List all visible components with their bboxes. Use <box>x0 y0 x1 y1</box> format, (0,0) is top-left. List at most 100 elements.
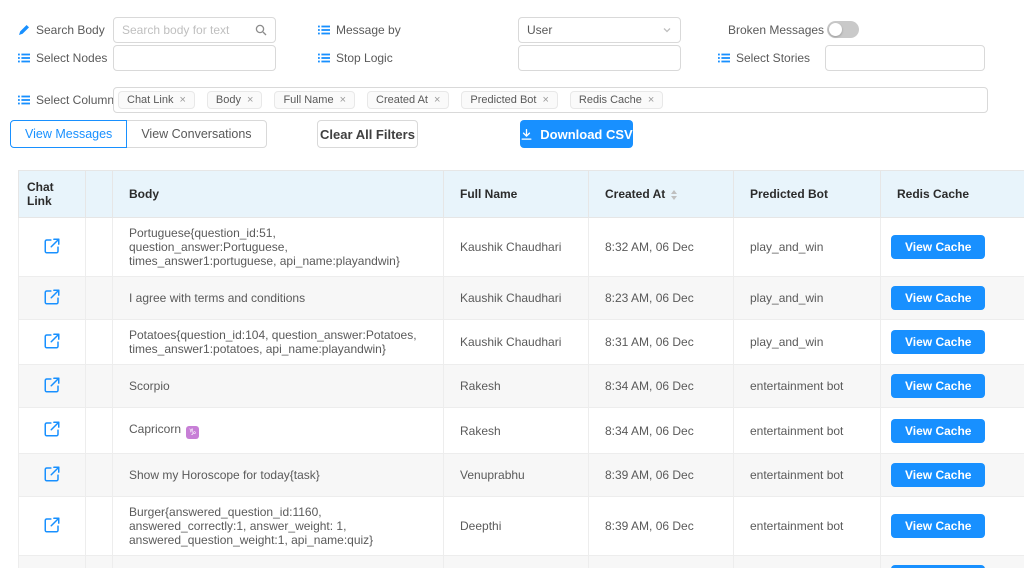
download-csv-button[interactable]: Download CSV <box>520 120 633 148</box>
view-cache-button[interactable]: View Cache <box>891 374 985 398</box>
predicted-bot-cell: play_and_win <box>734 277 881 320</box>
spacer-cell <box>86 556 113 568</box>
body-cell: I agree with terms and conditions <box>113 277 444 320</box>
full-name-cell: Deepthi <box>444 497 589 556</box>
col-header-chat-link: Chat Link <box>19 171 86 218</box>
predicted-bot-cell: play_and_win <box>734 218 881 277</box>
full-name-cell: Kaushik Chaudhari <box>444 218 589 277</box>
search-body-placeholder: Search body for text <box>122 23 255 37</box>
message-by-label: Message by <box>318 17 401 43</box>
table-row: Scorpio Rakesh 8:34 AM, 06 Dec entertain… <box>19 365 1024 408</box>
predicted-bot-cell: entertainment bot <box>734 556 881 568</box>
remove-tag-icon[interactable]: × <box>434 95 440 106</box>
list-icon <box>318 52 330 64</box>
col-header-predicted-bot: Predicted Bot <box>734 171 881 218</box>
column-tag: Redis Cache× <box>570 91 663 109</box>
chat-link-icon[interactable] <box>43 332 61 350</box>
select-stories-input[interactable] <box>825 45 985 71</box>
view-cache-button[interactable]: View Cache <box>891 514 985 538</box>
view-conversations-button[interactable]: View Conversations <box>126 120 266 148</box>
list-icon <box>18 94 30 106</box>
remove-tag-icon[interactable]: × <box>340 95 346 106</box>
body-cell: Burger{answered_question_id:1160, answer… <box>113 497 444 556</box>
remove-tag-icon[interactable]: × <box>247 95 253 106</box>
table-row: Portuguese{question_id:51, question_answ… <box>19 218 1024 277</box>
select-columns-input[interactable]: Chat Link×Body×Full Name×Created At×Pred… <box>113 87 988 113</box>
body-cell: Potatoes{question_id:104, question_answe… <box>113 320 444 365</box>
column-tag: Created At× <box>367 91 449 109</box>
full-name-cell: Rakesh <box>444 365 589 408</box>
spacer-cell <box>86 320 113 365</box>
sort-carets-icon[interactable] <box>671 190 677 200</box>
created-at-cell: 8:39 AM, 06 Dec <box>589 497 734 556</box>
spacer-cell <box>86 454 113 497</box>
predicted-bot-cell: entertainment bot <box>734 497 881 556</box>
search-body-input[interactable]: Search body for text <box>113 17 276 43</box>
messages-table: Chat Link Body Full Name Created At Pred… <box>18 170 1024 568</box>
select-columns-label: Select Columns <box>18 87 120 113</box>
view-cache-button[interactable]: View Cache <box>891 330 985 354</box>
spacer-cell <box>86 277 113 320</box>
created-at-cell: 8:23 AM, 06 Dec <box>589 277 734 320</box>
view-cache-button[interactable]: View Cache <box>891 286 985 310</box>
remove-tag-icon[interactable]: × <box>542 95 548 106</box>
created-at-cell: 8:34 AM, 06 Dec <box>589 408 734 454</box>
view-cache-button[interactable]: View Cache <box>891 463 985 487</box>
spacer-cell <box>86 218 113 277</box>
chat-link-icon[interactable] <box>43 465 61 483</box>
column-tag: Full Name× <box>274 91 355 109</box>
view-mode-switcher: View Messages View Conversations <box>10 120 267 148</box>
clear-all-filters-button[interactable]: Clear All Filters <box>317 120 418 148</box>
body-cell: Capricorn♑ <box>113 408 444 454</box>
table-row: I agree with terms and conditions Kaushi… <box>19 277 1024 320</box>
column-tag: Chat Link× <box>118 91 195 109</box>
full-name-cell: Kaushik Chaudhari <box>444 277 589 320</box>
chat-link-icon[interactable] <box>43 288 61 306</box>
body-cell: Portuguese{question_id:51, question_answ… <box>113 218 444 277</box>
list-icon <box>718 52 730 64</box>
chevron-down-icon <box>662 25 672 35</box>
view-cache-button[interactable]: View Cache <box>891 235 985 259</box>
message-by-select[interactable]: User <box>518 17 681 43</box>
col-header-created-at[interactable]: Created At <box>589 171 734 218</box>
col-header-redis-cache: Redis Cache <box>881 171 1024 218</box>
messages-dashboard: Search Body Search body for text Message… <box>0 0 1024 568</box>
chat-link-icon[interactable] <box>43 237 61 255</box>
table-row: Show my Horoscope for today{task} Venupr… <box>19 454 1024 497</box>
column-tag: Body× <box>207 91 263 109</box>
table-row: Capricorn♑ Rakesh 8:34 AM, 06 Dec entert… <box>19 408 1024 454</box>
col-header-full-name: Full Name <box>444 171 589 218</box>
spacer-cell <box>86 408 113 454</box>
table-row: Another Quote Asha Joshi 8:41 AM, 06 Dec… <box>19 556 1024 568</box>
full-name-cell: Venuprabhu <box>444 454 589 497</box>
list-icon <box>318 24 330 36</box>
predicted-bot-cell: play_and_win <box>734 320 881 365</box>
pencil-icon <box>18 24 30 36</box>
message-by-value: User <box>527 23 662 37</box>
created-at-cell: 8:39 AM, 06 Dec <box>589 454 734 497</box>
view-cache-button[interactable]: View Cache <box>891 419 985 443</box>
table-body: Portuguese{question_id:51, question_answ… <box>19 218 1024 568</box>
view-messages-button[interactable]: View Messages <box>10 120 127 148</box>
search-icon[interactable] <box>255 24 267 36</box>
full-name-cell: Rakesh <box>444 408 589 454</box>
body-cell: Another Quote <box>113 556 444 568</box>
select-stories-label: Select Stories <box>718 45 810 71</box>
remove-tag-icon[interactable]: × <box>648 95 654 106</box>
toggle-knob <box>829 23 842 36</box>
remove-tag-icon[interactable]: × <box>179 95 185 106</box>
chat-link-icon[interactable] <box>43 516 61 534</box>
list-icon <box>18 52 30 64</box>
predicted-bot-cell: entertainment bot <box>734 408 881 454</box>
stop-logic-input[interactable] <box>518 45 681 71</box>
table-row: Potatoes{question_id:104, question_answe… <box>19 320 1024 365</box>
broken-messages-toggle[interactable] <box>827 21 859 38</box>
spacer-cell <box>86 497 113 556</box>
select-nodes-input[interactable] <box>113 45 276 71</box>
table-header-row: Chat Link Body Full Name Created At Pred… <box>19 171 1024 218</box>
chat-link-icon[interactable] <box>43 420 61 438</box>
body-cell: Show my Horoscope for today{task} <box>113 454 444 497</box>
predicted-bot-cell: entertainment bot <box>734 365 881 408</box>
col-header-body: Body <box>113 171 444 218</box>
chat-link-icon[interactable] <box>43 376 61 394</box>
